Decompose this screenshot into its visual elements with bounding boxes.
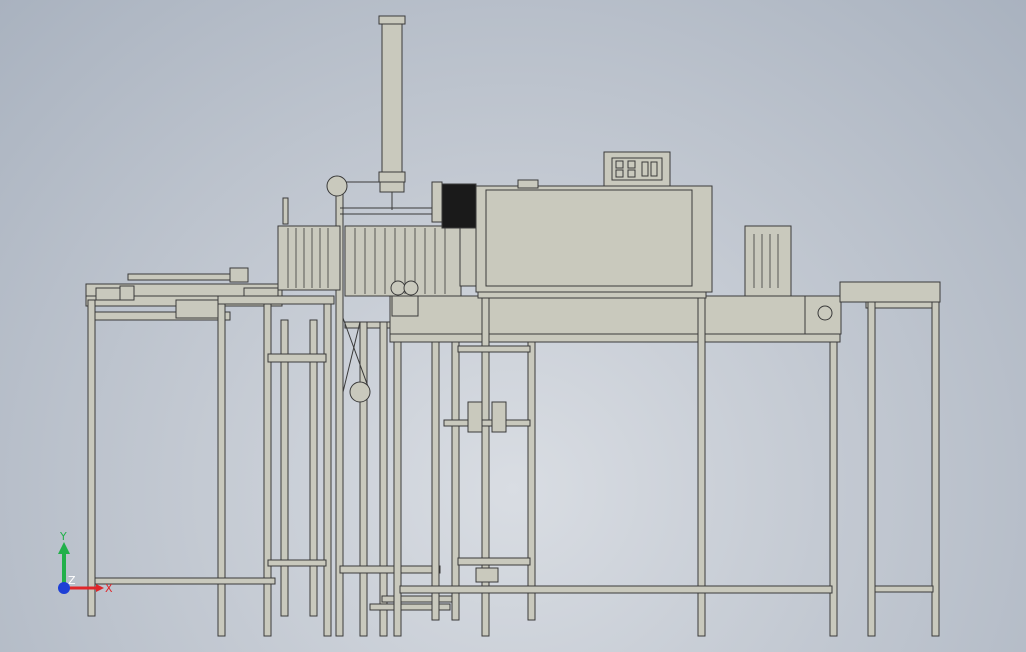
outfeed-table [839,281,941,303]
machine-model[interactable] [0,0,1026,652]
electrical-box [744,225,792,297]
z-axis-label: Z [68,574,76,587]
tension-pulley [349,381,371,403]
frame-leg [527,341,536,621]
x-axis-label: X [105,582,113,595]
frame-leg [309,319,318,617]
frame-leg [451,341,460,621]
tunnel-entry-curtain [441,183,477,229]
frame-leg [697,295,706,637]
frame-leg [431,341,440,621]
main-conveyor-bed [389,295,841,335]
coordinate-triad: Y X Z [58,530,113,595]
y-axis-label: Y [59,530,67,543]
film-pulley [326,175,348,197]
pneumatic-cylinder [381,17,403,187]
frame-leg [280,319,289,617]
frame-leg [323,299,332,637]
frame-leg [263,299,272,637]
cad-viewport[interactable]: Y X Z [0,0,1026,652]
frame-leg [217,299,226,637]
sealing-box [277,225,341,291]
